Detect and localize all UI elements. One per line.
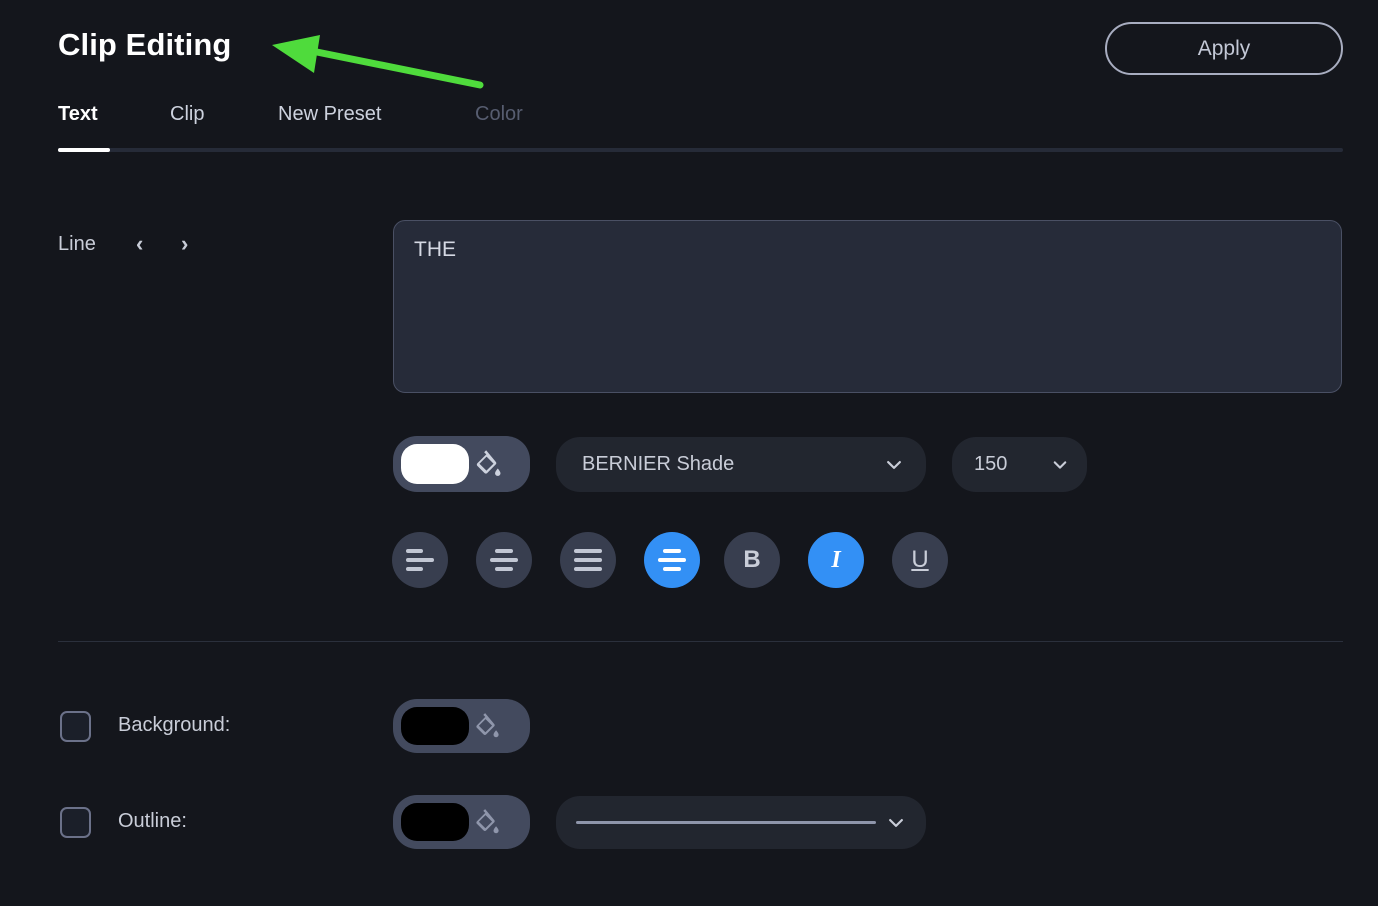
bold-button[interactable]: B <box>724 532 780 588</box>
align-left-button[interactable] <box>392 532 448 588</box>
background-label: Background: <box>118 714 231 736</box>
background-checkbox[interactable] <box>60 711 91 742</box>
text-input[interactable] <box>393 220 1342 393</box>
text-color-swatch-button[interactable] <box>393 436 530 492</box>
outline-label: Outline: <box>118 810 187 832</box>
chevron-right-icon[interactable]: › <box>181 230 188 258</box>
outline-checkbox[interactable] <box>60 807 91 838</box>
tab-underline-track <box>58 148 1343 152</box>
chevron-down-icon[interactable] <box>884 455 904 475</box>
tab-bar: Text Clip New Preset Color <box>58 103 1343 155</box>
align-center-button[interactable] <box>476 532 532 588</box>
underline-icon: U <box>911 546 929 573</box>
line-label: Line <box>58 233 96 255</box>
outline-width-dropdown[interactable] <box>556 796 926 849</box>
header: Clip Editing Apply <box>0 0 1378 96</box>
page-title: Clip Editing <box>58 27 232 62</box>
chevron-down-icon[interactable] <box>886 813 906 833</box>
chevron-down-icon[interactable] <box>1051 456 1069 474</box>
underline-button[interactable]: U <box>892 532 948 588</box>
tab-active-indicator <box>58 148 110 152</box>
font-size-dropdown[interactable]: 150 <box>952 437 1087 492</box>
outline-color-swatch-button[interactable] <box>393 795 530 849</box>
align-left-icon <box>406 549 434 571</box>
background-color-swatch-button[interactable] <box>393 699 530 753</box>
align-justify-button[interactable] <box>560 532 616 588</box>
annotation-arrow-icon <box>272 35 484 89</box>
bold-icon: B <box>743 546 761 573</box>
italic-icon: I <box>831 547 841 573</box>
font-family-dropdown[interactable]: BERNIER Shade <box>556 437 926 492</box>
align-middle-icon <box>658 549 686 571</box>
font-size-value: 150 <box>974 453 1008 475</box>
text-color-chip[interactable] <box>401 444 469 484</box>
tab-clip[interactable]: Clip <box>170 103 204 126</box>
tab-color[interactable]: Color <box>475 103 523 126</box>
apply-button[interactable]: Apply <box>1105 22 1343 75</box>
italic-button[interactable]: I <box>808 532 864 588</box>
paint-bucket-icon[interactable] <box>469 710 501 742</box>
tab-new-preset[interactable]: New Preset <box>278 103 381 126</box>
align-center-icon <box>490 549 518 571</box>
tab-text[interactable]: Text <box>58 103 98 126</box>
outline-width-preview <box>556 821 886 824</box>
align-middle-button[interactable] <box>644 532 700 588</box>
thin-line-icon <box>576 821 876 824</box>
section-divider <box>58 641 1343 642</box>
paint-bucket-icon[interactable] <box>469 806 501 838</box>
align-justify-icon <box>574 549 602 571</box>
paint-bucket-icon[interactable] <box>469 447 503 481</box>
font-family-value: BERNIER Shade <box>582 453 735 475</box>
outline-color-chip[interactable] <box>401 803 469 841</box>
background-color-chip[interactable] <box>401 707 469 745</box>
chevron-left-icon[interactable]: ‹ <box>136 230 143 258</box>
